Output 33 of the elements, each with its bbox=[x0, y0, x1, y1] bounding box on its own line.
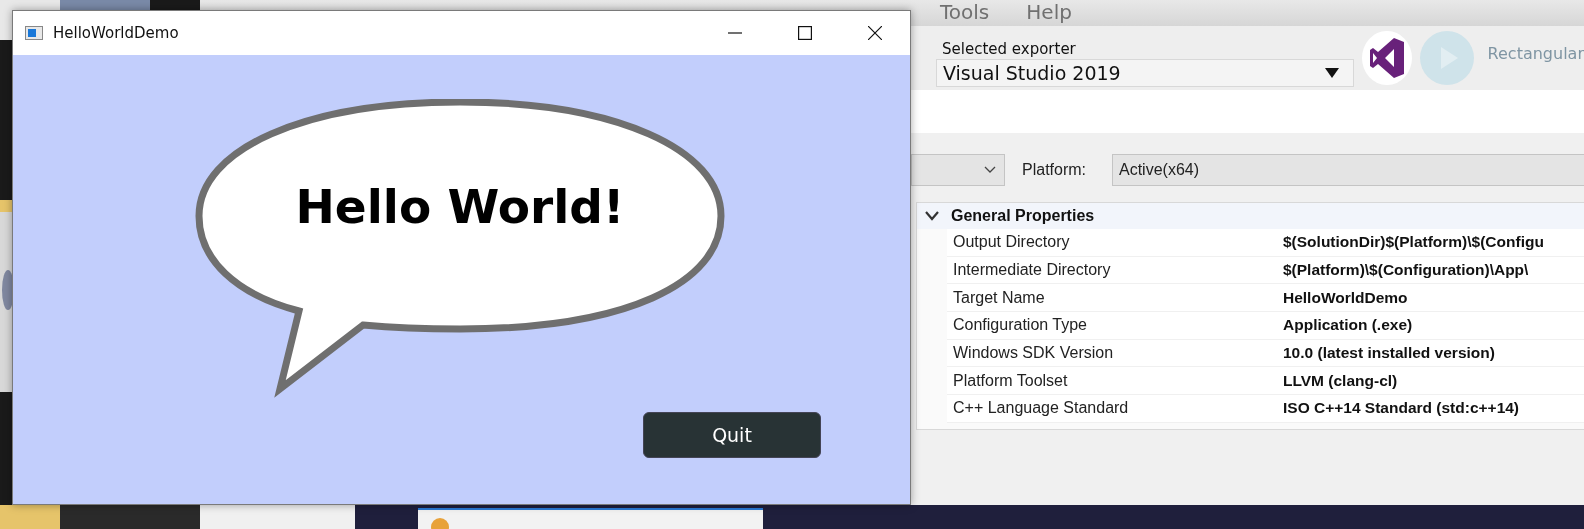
window-title: HelloWorldDemo bbox=[53, 24, 180, 42]
group-header[interactable]: General Properties bbox=[917, 203, 1584, 229]
exporter-label: Selected exporter bbox=[942, 39, 1077, 59]
property-name: Platform Toolset bbox=[952, 371, 1069, 390]
property-value: $(SolutionDir)$(Platform)\$(Configu bbox=[1283, 233, 1544, 252]
platform-dropdown[interactable]: Active(x64) bbox=[1112, 154, 1584, 186]
window-icon bbox=[25, 26, 43, 40]
property-value: ISO C++14 Standard (std:c++14) bbox=[1283, 399, 1520, 418]
platform-label: Platform: bbox=[1022, 161, 1087, 179]
exporter-dropdown[interactable]: Visual Studio 2019 bbox=[936, 59, 1355, 87]
play-icon bbox=[1419, 31, 1474, 85]
build-button[interactable] bbox=[1362, 31, 1412, 85]
property-name: C++ Language Standard bbox=[952, 399, 1130, 418]
property-value: Application (.exe) bbox=[1283, 316, 1413, 335]
greeting-text: Hello World! bbox=[294, 179, 626, 234]
dropdown-arrow-icon bbox=[1325, 68, 1340, 78]
taskbar-button[interactable] bbox=[418, 508, 763, 529]
quit-button[interactable]: Quit bbox=[643, 412, 821, 458]
property-value: $(Platform)\$(Configuration)\App\ bbox=[1283, 261, 1529, 280]
property-name: Output Directory bbox=[952, 233, 1071, 252]
property-name: Intermediate Directory bbox=[952, 261, 1112, 280]
property-name: Target Name bbox=[952, 288, 1046, 307]
menu-item[interactable]: Tools bbox=[940, 0, 990, 26]
close-icon bbox=[868, 26, 882, 40]
property-value: HelloWorldDemo bbox=[1283, 288, 1408, 307]
menu-item[interactable]: Help bbox=[1026, 0, 1072, 26]
configuration-dropdown[interactable] bbox=[911, 154, 1005, 186]
property-value: LLVM (clang-cl) bbox=[1283, 371, 1398, 390]
property-value: 10.0 (latest installed version) bbox=[1283, 344, 1495, 363]
property-name: Configuration Type bbox=[952, 316, 1088, 335]
property-name: Windows SDK Version bbox=[952, 344, 1115, 363]
maximize-icon bbox=[798, 26, 812, 40]
chevron-down-icon bbox=[984, 166, 996, 174]
